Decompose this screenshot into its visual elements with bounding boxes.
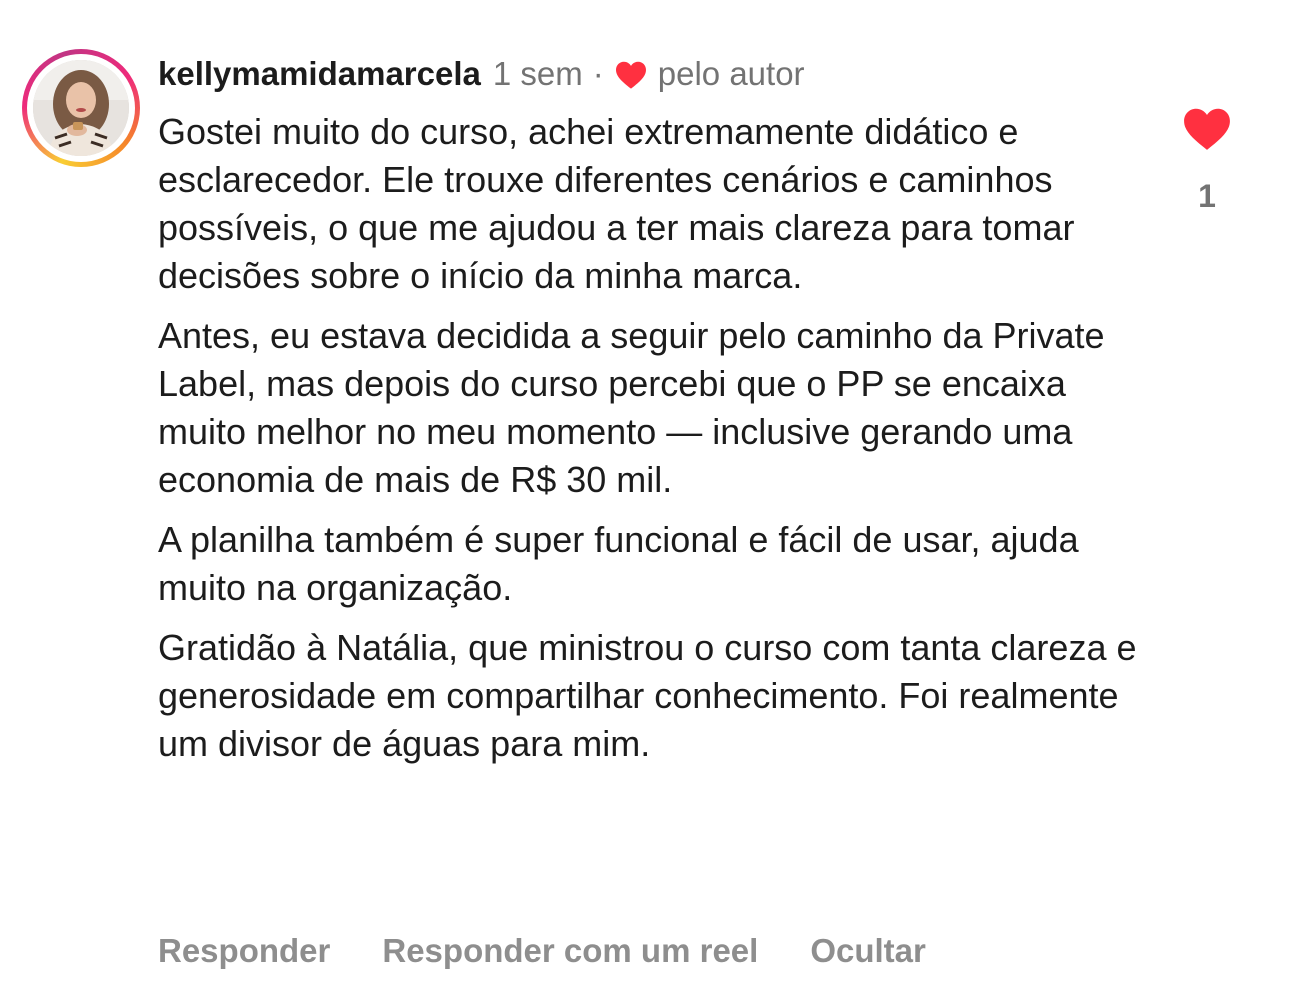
comment-paragraph: Gostei muito do curso, achei extremament… <box>158 111 1075 296</box>
hide-button[interactable]: Ocultar <box>810 932 926 970</box>
liked-by-author-label: pelo autor <box>657 55 805 92</box>
comment-item: kellymamidamarcela 1 sem · pelo autor Go… <box>0 0 1290 994</box>
username-link[interactable]: kellymamidamarcela <box>158 55 481 93</box>
comment-time: 1 sem <box>492 55 583 92</box>
reply-button[interactable]: Responder <box>158 932 330 970</box>
heart-filled-icon[interactable] <box>1182 106 1232 152</box>
comment-actions: Responder Responder com um reel Ocultar <box>158 926 926 976</box>
avatar-story-ring[interactable] <box>22 49 140 167</box>
comment-body: Gostei muito do curso, achei extremament… <box>158 108 1148 780</box>
meta-separator: · <box>592 55 604 92</box>
avatar <box>33 60 129 156</box>
comment-paragraph: Gratidão à Natália, que ministrou o curs… <box>158 627 1137 764</box>
comment-paragraph: A planilha também é super funcional e fá… <box>158 519 1079 608</box>
heart-icon <box>614 60 648 90</box>
comment-paragraph: Antes, eu estava decidida a seguir pelo … <box>158 315 1105 500</box>
like-count[interactable]: 1 <box>1176 178 1238 215</box>
avatar-photo <box>33 60 129 156</box>
like-column: 1 <box>1176 106 1238 215</box>
comment-header: kellymamidamarcela 1 sem · pelo autor <box>158 52 805 96</box>
reply-with-reel-button[interactable]: Responder com um reel <box>382 932 758 970</box>
